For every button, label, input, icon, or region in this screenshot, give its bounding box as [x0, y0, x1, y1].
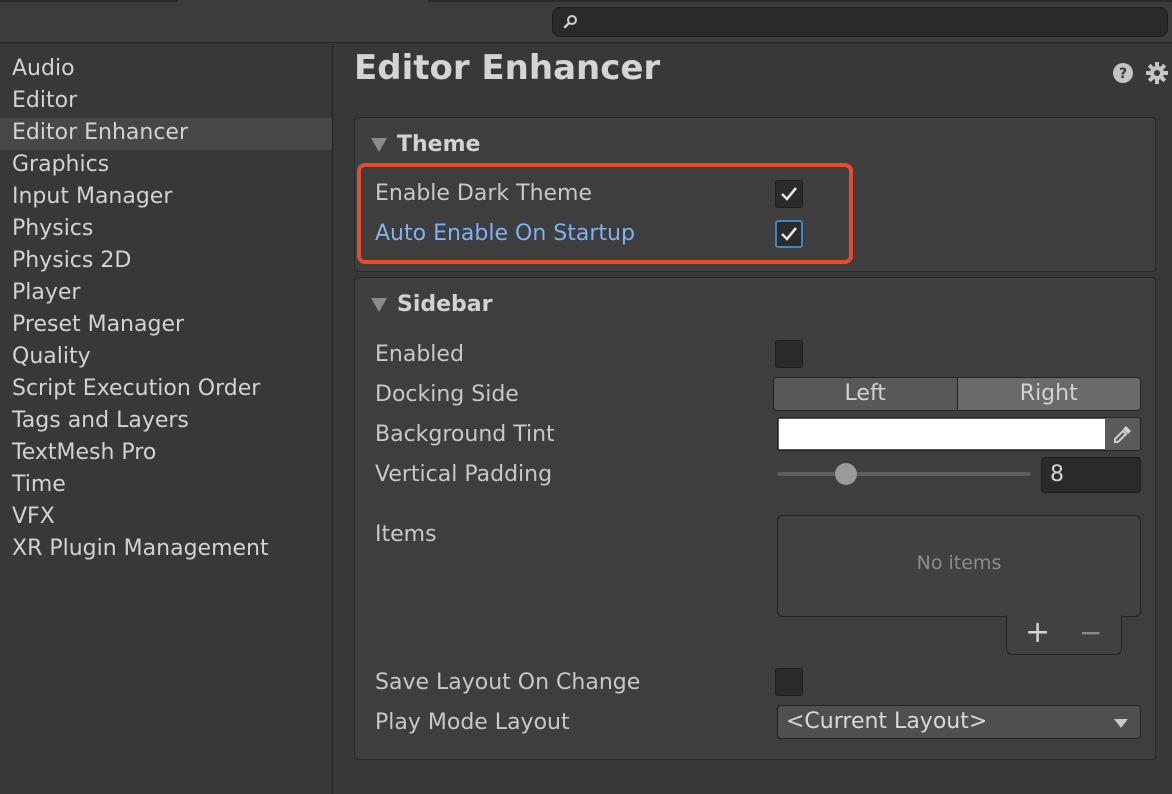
enabled-label: Enabled [375, 342, 464, 367]
play-mode-layout-dropdown[interactable]: <Current Layout> [777, 705, 1141, 739]
items-list: No items [777, 515, 1141, 617]
eyedropper-icon[interactable] [1112, 423, 1134, 445]
docking-side-toggle: Left Right [773, 377, 1141, 411]
settings-main: Editor Enhancer ? Theme Enable Dark Them… [334, 44, 1172, 794]
docking-left-button[interactable]: Left [774, 378, 958, 410]
search-box[interactable] [552, 7, 1168, 37]
sidebar-item-xr-plugin-management[interactable]: XR Plugin Management [0, 534, 332, 566]
sidebar-title: Sidebar [397, 292, 493, 317]
tab-strip-right [428, 0, 1172, 2]
settings-sidebar: Audio Editor Editor Enhancer Graphics In… [0, 44, 333, 794]
foldout-arrow-icon [371, 137, 387, 152]
theme-title: Theme [397, 132, 481, 157]
sidebar-item-audio[interactable]: Audio [0, 54, 332, 86]
save-layout-on-change-label: Save Layout On Change [375, 670, 641, 695]
sidebar-item-textmesh-pro[interactable]: TextMesh Pro [0, 438, 332, 470]
sidebar-item-physics-2d[interactable]: Physics 2D [0, 246, 332, 278]
enabled-checkbox[interactable] [775, 340, 803, 368]
sidebar-item-quality[interactable]: Quality [0, 342, 332, 374]
docking-right-button[interactable]: Right [957, 378, 1140, 410]
docking-side-label: Docking Side [375, 382, 519, 407]
background-tint-color-field[interactable] [777, 417, 1141, 451]
add-item-button[interactable]: + [1025, 617, 1050, 649]
color-swatch[interactable] [779, 419, 1105, 449]
sidebar-group: Sidebar Enabled Docking Side Left Right … [354, 277, 1156, 760]
top-toolbar [0, 0, 1172, 43]
vertical-padding-input[interactable]: 8 [1041, 457, 1141, 493]
page-title: Editor Enhancer [354, 48, 661, 88]
highlight-outline [357, 163, 853, 264]
search-input[interactable] [585, 10, 1155, 34]
empty-list-text: No items [916, 552, 1002, 574]
sidebar-item-preset-manager[interactable]: Preset Manager [0, 310, 332, 342]
sidebar-item-time[interactable]: Time [0, 470, 332, 502]
sidebar-item-vfx[interactable]: VFX [0, 502, 332, 534]
items-list-footer: + − [1006, 615, 1122, 655]
background-tint-label: Background Tint [375, 422, 555, 447]
sidebar-item-graphics[interactable]: Graphics [0, 150, 332, 182]
sidebar-foldout[interactable]: Sidebar [371, 292, 493, 317]
sidebar-item-input-manager[interactable]: Input Manager [0, 182, 332, 214]
vertical-padding-label: Vertical Padding [375, 462, 553, 487]
dropdown-arrow-icon [1114, 719, 1128, 728]
help-icon[interactable]: ? [1112, 62, 1134, 84]
theme-group: Theme Enable Dark Theme Auto Enable On S… [354, 117, 1156, 272]
foldout-arrow-icon [371, 297, 387, 312]
vertical-padding-slider-thumb[interactable] [835, 463, 857, 485]
search-icon [563, 15, 577, 29]
save-layout-on-change-checkbox[interactable] [775, 668, 803, 696]
sidebar-item-physics[interactable]: Physics [0, 214, 332, 246]
tab-strip-left [0, 0, 178, 2]
items-label: Items [375, 522, 437, 547]
sidebar-item-editor[interactable]: Editor [0, 86, 332, 118]
sidebar-item-tags-and-layers[interactable]: Tags and Layers [0, 406, 332, 438]
theme-foldout[interactable]: Theme [371, 132, 480, 157]
sidebar-list: Audio Editor Editor Enhancer Graphics In… [0, 44, 332, 566]
play-mode-layout-value: <Current Layout> [786, 709, 988, 734]
sidebar-item-editor-enhancer[interactable]: Editor Enhancer [0, 118, 332, 150]
gear-icon[interactable] [1146, 62, 1168, 84]
sidebar-item-script-execution-order[interactable]: Script Execution Order [0, 374, 332, 406]
sidebar-item-player[interactable]: Player [0, 278, 332, 310]
header-icons: ? [1112, 62, 1168, 84]
vertical-padding-slider-track[interactable] [777, 472, 1031, 476]
svg-text:?: ? [1119, 66, 1127, 82]
remove-item-button[interactable]: − [1079, 617, 1102, 649]
play-mode-layout-label: Play Mode Layout [375, 710, 570, 735]
